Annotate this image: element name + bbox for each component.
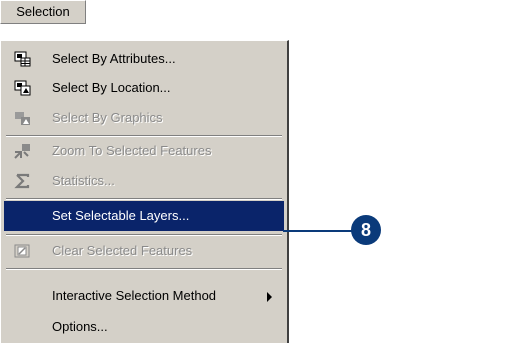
menu-item-label: Select By Location...: [52, 80, 171, 95]
menu-item-set-selectable-layers[interactable]: Set Selectable Layers...: [4, 201, 284, 231]
menu-item-interactive-selection-method[interactable]: Interactive Selection Method: [4, 281, 284, 311]
menu-item-select-by-attributes[interactable]: Select By Attributes...: [4, 44, 284, 74]
submenu-arrow-icon: [267, 292, 272, 302]
clear-selection-icon: [14, 244, 30, 258]
menu-item-clear-selected-features[interactable]: Clear Selected Features: [4, 236, 284, 266]
menu-item-label: Select By Graphics: [52, 110, 163, 125]
menu-item-options[interactable]: Options...: [4, 312, 284, 342]
callout-number: 8: [360, 220, 371, 240]
select-by-attributes-icon: [14, 51, 31, 67]
menu-item-label: Clear Selected Features: [52, 243, 193, 258]
select-by-location-icon: [14, 80, 31, 96]
zoom-to-selected-icon: [14, 144, 30, 159]
select-by-graphics-icon: [15, 112, 30, 125]
menu-item-label: Statistics...: [52, 173, 115, 188]
selection-dropdown-menu: Select By Attributes... Select By Locati…: [0, 40, 289, 343]
selection-menu-title-label: Selection: [16, 4, 70, 19]
sigma-icon: [14, 173, 30, 189]
callout-step-badge: 8: [351, 215, 381, 245]
menu-item-label: Zoom To Selected Features: [52, 143, 212, 158]
menu-item-label: Set Selectable Layers...: [52, 208, 190, 223]
menu-item-label: Select By Attributes...: [52, 51, 176, 66]
selection-menu-title[interactable]: Selection: [0, 0, 86, 24]
callout-leader-line: [283, 230, 353, 232]
menu-item-label: Interactive Selection Method: [52, 288, 217, 303]
menu-item-select-by-location[interactable]: Select By Location...: [4, 73, 284, 103]
menu-separator: [6, 198, 282, 200]
menu-separator: [6, 268, 282, 270]
menu-item-label: Options...: [52, 319, 108, 334]
menu-item-zoom-to-selected[interactable]: Zoom To Selected Features: [4, 136, 284, 166]
menu-item-statistics[interactable]: Statistics...: [4, 166, 284, 196]
menu-item-select-by-graphics[interactable]: Select By Graphics: [4, 103, 284, 133]
